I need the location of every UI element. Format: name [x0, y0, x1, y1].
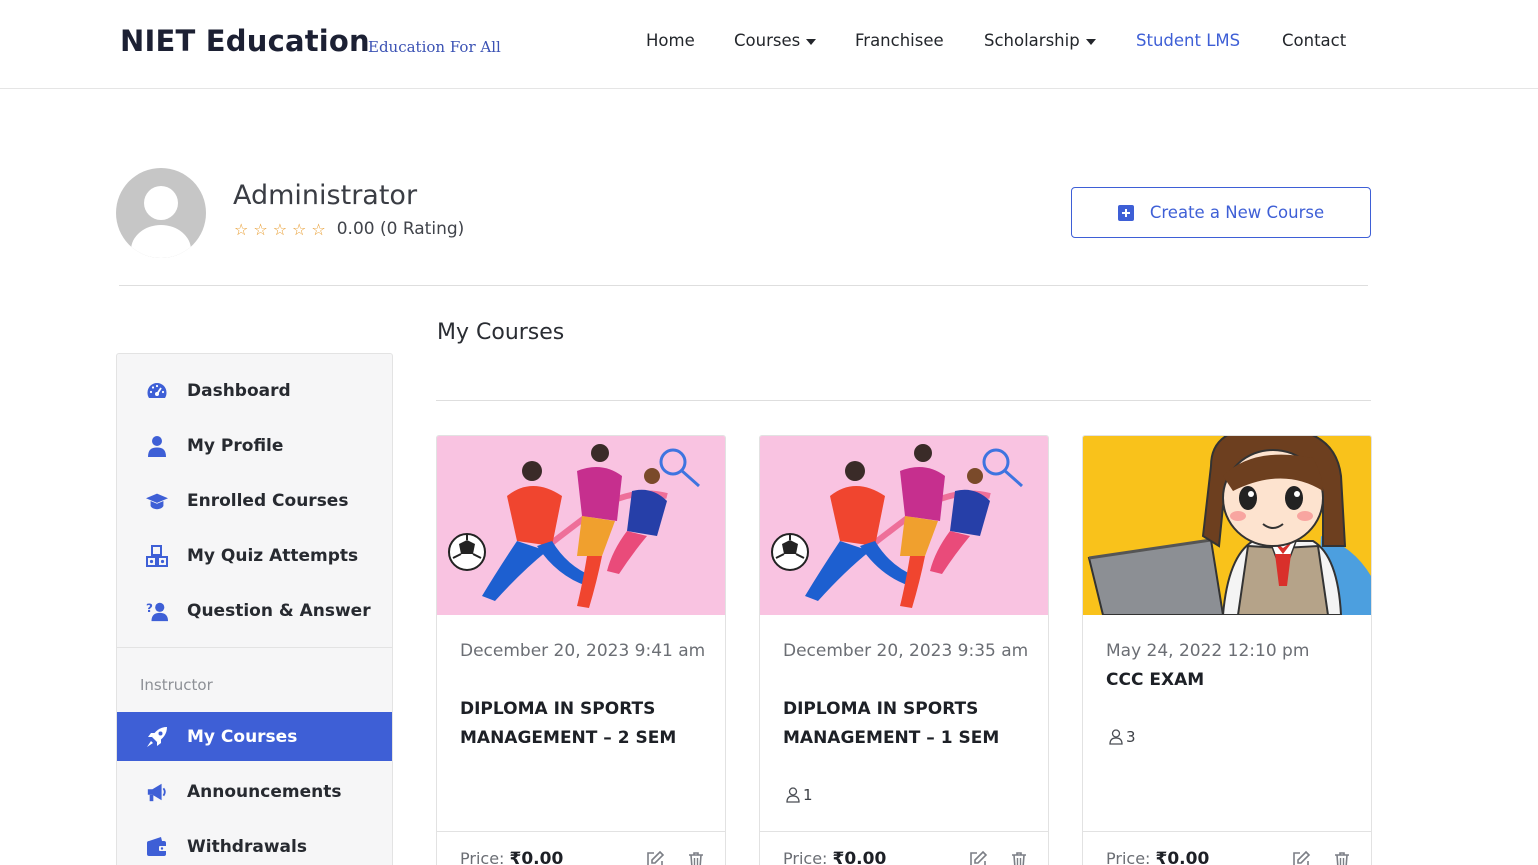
- edit-icon[interactable]: [968, 850, 988, 865]
- site-tagline: Education For All: [368, 38, 501, 56]
- graduation-cap-icon: [146, 490, 168, 512]
- sidebar-item-announcements[interactable]: Announcements: [117, 767, 392, 816]
- divider: [119, 285, 1368, 286]
- star-icon: ☆: [272, 219, 288, 239]
- svg-text:?: ?: [146, 600, 153, 614]
- course-thumbnail[interactable]: [437, 436, 725, 615]
- sidebar-item-dashboard[interactable]: Dashboard: [117, 366, 392, 415]
- star-icon: ☆: [311, 219, 326, 239]
- course-date: December 20, 2023 9:35 am: [783, 641, 1029, 661]
- profile-rating: ☆ ☆ ☆ ☆ ☆ 0.00 (0 Rating): [234, 219, 464, 239]
- nav-scholarship[interactable]: Scholarship: [984, 31, 1096, 50]
- student-count: 1: [786, 786, 813, 804]
- user-icon: [146, 435, 168, 457]
- chevron-down-icon: [1085, 38, 1096, 45]
- star-icon: ☆: [292, 219, 307, 239]
- edit-icon[interactable]: [1291, 850, 1311, 865]
- create-course-button[interactable]: Create a New Course: [1071, 187, 1371, 238]
- sidebar-item-withdrawals[interactable]: Withdrawals: [117, 822, 392, 865]
- student-icon: [786, 787, 800, 803]
- trash-icon[interactable]: [1332, 850, 1352, 865]
- nav-franchisee[interactable]: Franchisee: [855, 31, 944, 50]
- sidebar-item-my-quiz-attempts[interactable]: My Quiz Attempts: [117, 531, 392, 580]
- wallet-icon: [146, 836, 168, 858]
- dashboard-sidebar: Dashboard My Profile Enrolled Courses My…: [116, 353, 393, 865]
- sidebar-item-my-courses[interactable]: My Courses: [117, 712, 392, 761]
- avatar: [116, 168, 206, 258]
- sidebar-item-question-answer[interactable]: ? Question & Answer: [117, 586, 392, 635]
- course-thumbnail[interactable]: [1083, 436, 1371, 615]
- nav-home[interactable]: Home: [646, 31, 695, 50]
- course-price: Price: ₹0.00: [783, 849, 887, 865]
- plus-square-icon: [1117, 204, 1134, 221]
- student-count: 3: [1109, 728, 1136, 746]
- rocket-icon: [146, 726, 168, 748]
- chevron-down-icon: [806, 38, 817, 45]
- course-thumbnail[interactable]: [760, 436, 1048, 615]
- course-card: December 20, 2023 9:35 am DIPLOMA IN SPO…: [759, 435, 1049, 865]
- nav-courses[interactable]: Courses: [734, 31, 817, 50]
- sidebar-item-my-profile[interactable]: My Profile: [117, 421, 392, 470]
- nav-student-lms[interactable]: Student LMS: [1136, 31, 1240, 50]
- quiz-icon: [146, 544, 168, 567]
- edit-icon[interactable]: [645, 850, 665, 865]
- dashboard-icon: [146, 380, 168, 402]
- course-date: May 24, 2022 12:10 pm: [1106, 641, 1310, 661]
- trash-icon[interactable]: [1009, 850, 1029, 865]
- student-icon: [1109, 729, 1123, 745]
- course-title[interactable]: DIPLOMA IN SPORTS MANAGEMENT – 1 SEM: [783, 695, 1033, 753]
- course-price: Price: ₹0.00: [460, 849, 564, 865]
- divider: [436, 400, 1371, 401]
- sidebar-heading-instructor: Instructor: [140, 676, 213, 694]
- card-divider: [437, 831, 725, 832]
- star-icon: ☆: [234, 219, 249, 239]
- rating-text: 0.00 (0 Rating): [336, 219, 465, 239]
- course-date: December 20, 2023 9:41 am: [460, 641, 706, 661]
- star-icon: ☆: [253, 219, 268, 239]
- site-header: NIET Education Education For All Home Co…: [0, 0, 1538, 89]
- sidebar-divider: [117, 647, 392, 648]
- nav-contact[interactable]: Contact: [1282, 31, 1346, 50]
- course-title[interactable]: CCC EXAM: [1106, 666, 1356, 695]
- site-brand[interactable]: NIET Education: [120, 24, 370, 58]
- card-divider: [1083, 831, 1371, 832]
- megaphone-icon: [146, 781, 168, 803]
- card-divider: [760, 831, 1048, 832]
- profile-name: Administrator: [233, 180, 418, 211]
- course-card: May 24, 2022 12:10 pm CCC EXAM 3 Price: …: [1082, 435, 1372, 865]
- trash-icon[interactable]: [686, 850, 706, 865]
- course-title[interactable]: DIPLOMA IN SPORTS MANAGEMENT – 2 SEM: [460, 695, 710, 753]
- page-title: My Courses: [437, 320, 565, 345]
- course-price: Price: ₹0.00: [1106, 849, 1210, 865]
- question-answer-icon: ?: [146, 600, 168, 622]
- course-card: December 20, 2023 9:41 am DIPLOMA IN SPO…: [436, 435, 726, 865]
- sidebar-item-enrolled-courses[interactable]: Enrolled Courses: [117, 476, 392, 525]
